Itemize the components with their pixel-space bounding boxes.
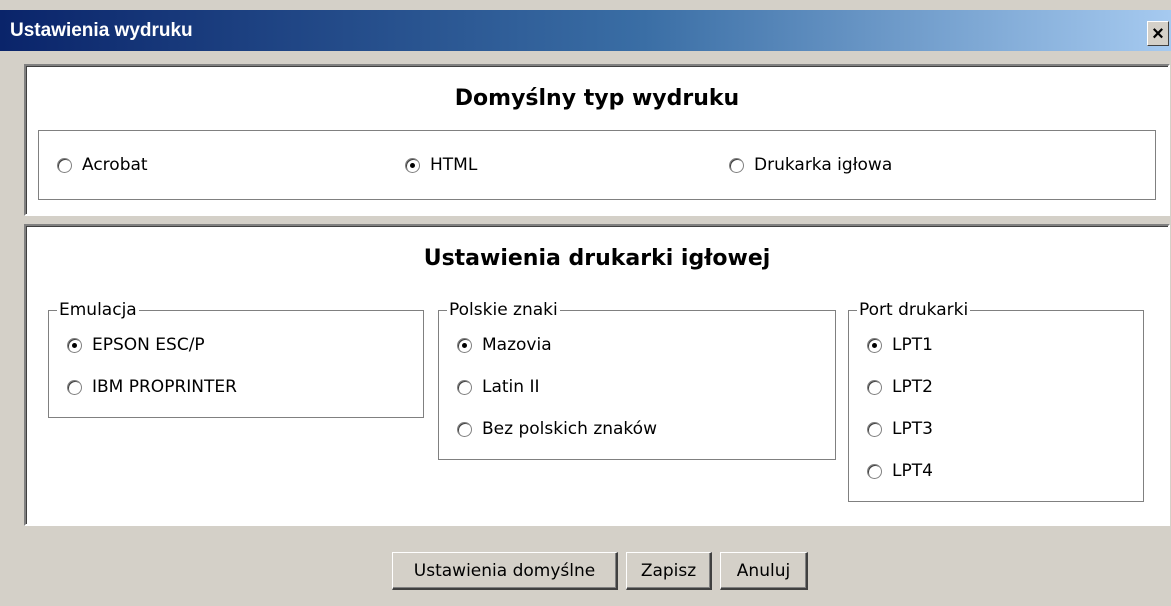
- radio-circle-dot-matrix: [729, 157, 744, 173]
- radio-ibm[interactable]: IBM PROPRINTER: [67, 377, 237, 397]
- radio-no-polish[interactable]: Bez polskich znaków: [457, 419, 657, 439]
- radio-label-latin2: Latin II: [482, 377, 540, 397]
- close-button[interactable]: ×: [1147, 21, 1169, 46]
- radio-circle-latin2: [457, 379, 472, 395]
- radio-mazovia[interactable]: Mazovia: [457, 335, 552, 355]
- polish-chars-group: Polskie znaki Mazovia Latin II Bez polsk…: [438, 300, 836, 460]
- cancel-label: Anuluj: [736, 560, 791, 581]
- radio-circle-mazovia: [457, 337, 472, 353]
- window-title: Ustawienia wydruku: [10, 20, 193, 41]
- radio-circle-lpt3: [867, 421, 882, 437]
- radio-label-epson: EPSON ESC/P: [92, 335, 205, 355]
- radio-label-no-polish: Bez polskich znaków: [482, 419, 657, 439]
- radio-html[interactable]: HTML: [405, 155, 477, 175]
- polish-chars-legend: Polskie znaki: [447, 300, 560, 320]
- radio-lpt4[interactable]: LPT4: [867, 461, 933, 481]
- radio-lpt3[interactable]: LPT3: [867, 419, 933, 439]
- emulation-legend: Emulacja: [57, 300, 139, 320]
- cancel-button[interactable]: Anuluj: [720, 552, 808, 590]
- radio-dot-matrix[interactable]: Drukarka igłowa: [729, 155, 892, 175]
- dot-matrix-title: Ustawienia drukarki igłowej: [423, 246, 771, 271]
- default-settings-button[interactable]: Ustawienia domyślne: [392, 552, 618, 590]
- radio-label-lpt2: LPT2: [892, 377, 933, 397]
- radio-label-lpt3: LPT3: [892, 419, 933, 439]
- radio-epson[interactable]: EPSON ESC/P: [67, 335, 205, 355]
- dot-matrix-panel: Ustawienia drukarki igłowej Emulacja EPS…: [24, 224, 1170, 526]
- radio-circle-acrobat: [57, 157, 72, 173]
- printer-port-legend: Port drukarki: [857, 300, 971, 320]
- radio-circle-lpt2: [867, 379, 882, 395]
- radio-circle-lpt1: [867, 337, 882, 353]
- radio-label-acrobat: Acrobat: [82, 155, 148, 175]
- radio-label-mazovia: Mazovia: [482, 335, 552, 355]
- radio-circle-epson: [67, 337, 82, 353]
- emulation-group: Emulacja EPSON ESC/P IBM PROPRINTER: [48, 300, 424, 418]
- radio-acrobat[interactable]: Acrobat: [57, 155, 148, 175]
- save-button[interactable]: Zapisz: [626, 552, 712, 590]
- radio-label-lpt1: LPT1: [892, 335, 933, 355]
- title-bar[interactable]: Ustawienia wydruku ×: [0, 10, 1171, 51]
- print-type-panel: Domyślny typ wydruku Acrobat HTML Drukar…: [24, 64, 1170, 216]
- close-icon: ×: [1152, 23, 1164, 45]
- default-settings-label: Ustawienia domyślne: [413, 560, 596, 581]
- radio-latin2[interactable]: Latin II: [457, 377, 539, 397]
- radio-circle-html: [405, 157, 420, 173]
- printer-port-group: Port drukarki LPT1 LPT2 LPT3 LPT4: [848, 300, 1144, 502]
- print-settings-dialog: Ustawienia wydruku × Domyślny typ wydruk…: [0, 0, 1171, 606]
- radio-lpt1[interactable]: LPT1: [867, 335, 933, 355]
- radio-circle-ibm: [67, 379, 82, 395]
- print-type-title: Domyślny typ wydruku: [454, 86, 740, 111]
- save-label: Zapisz: [640, 560, 697, 581]
- radio-label-html: HTML: [430, 155, 478, 175]
- radio-circle-no-polish: [457, 421, 472, 437]
- radio-label-dot-matrix: Drukarka igłowa: [754, 155, 893, 175]
- print-type-group: Acrobat HTML Drukarka igłowa: [38, 130, 1156, 200]
- radio-label-ibm: IBM PROPRINTER: [92, 377, 237, 397]
- radio-label-lpt4: LPT4: [892, 461, 933, 481]
- radio-circle-lpt4: [867, 463, 882, 479]
- radio-lpt2[interactable]: LPT2: [867, 377, 933, 397]
